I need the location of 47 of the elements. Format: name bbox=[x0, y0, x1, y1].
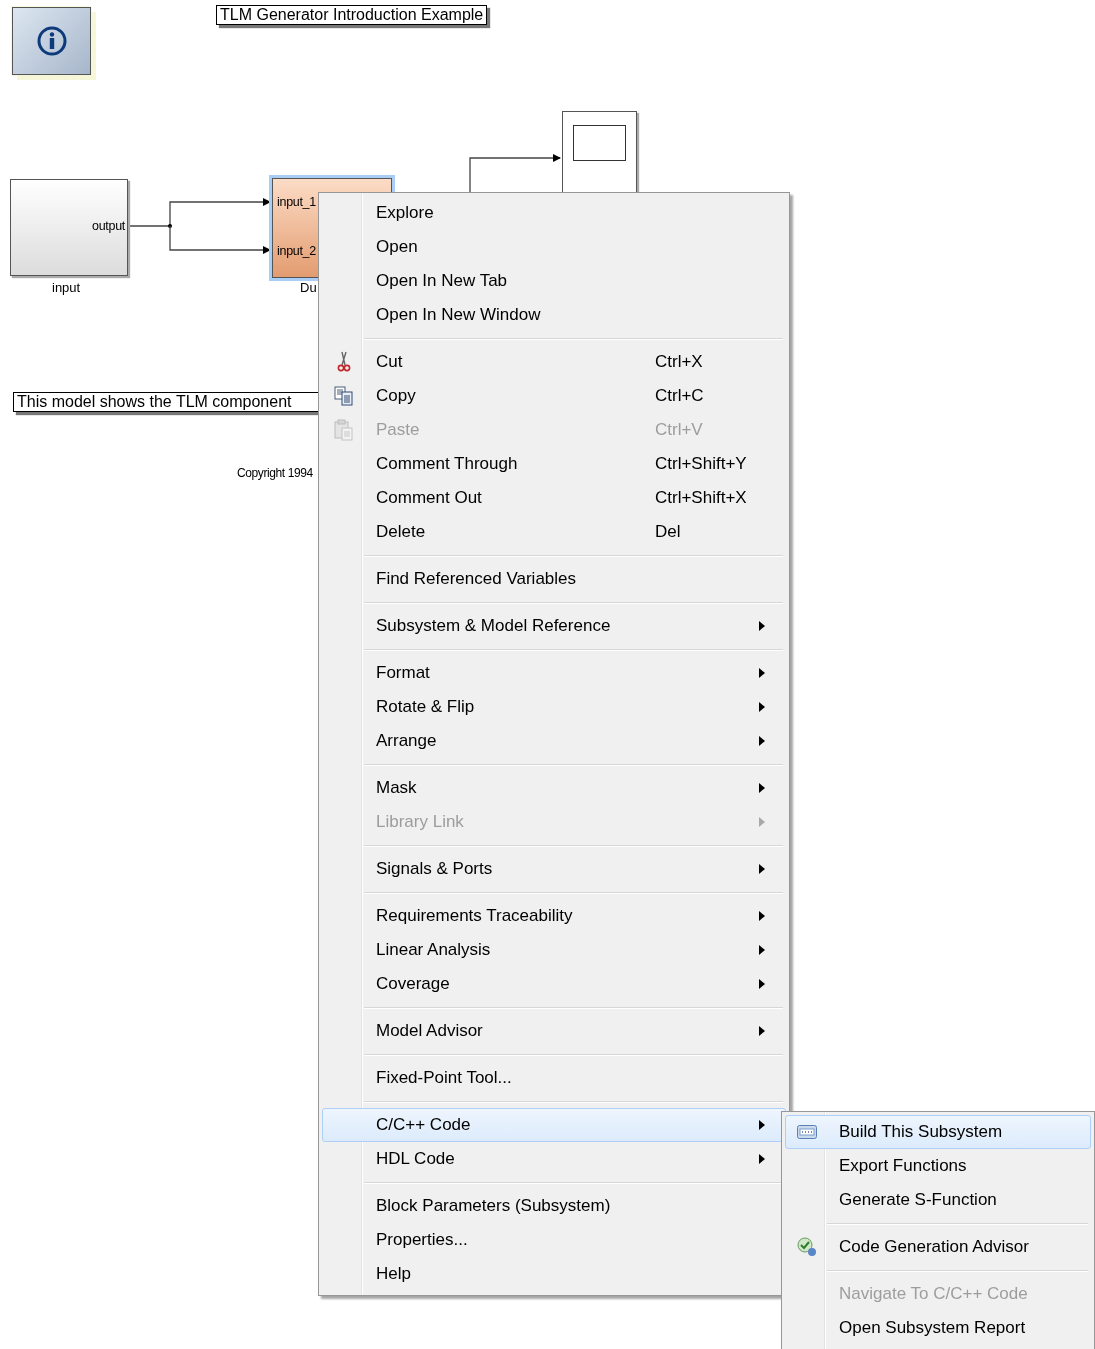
menu-item[interactable]: Coverage bbox=[322, 967, 786, 1001]
menu-item[interactable]: Delete Del bbox=[322, 515, 786, 549]
menu-item[interactable]: Mask bbox=[322, 771, 786, 805]
shortcut-label: Ctrl+V bbox=[655, 420, 704, 440]
keyboard-icon bbox=[796, 1125, 817, 1139]
block-name: Du bbox=[300, 280, 317, 295]
menu-item[interactable]: Linear Analysis bbox=[322, 933, 786, 967]
menu-item[interactable]: Code Generation Advisor bbox=[785, 1230, 1091, 1264]
menu-item[interactable]: Rotate & Flip bbox=[322, 690, 786, 724]
menu-item[interactable]: Format bbox=[322, 656, 786, 690]
menu-item[interactable]: Cut Ctrl+X bbox=[322, 345, 786, 379]
menu-item[interactable]: HDL Code bbox=[322, 1142, 786, 1176]
copyright-text: Copyright 1994 bbox=[237, 466, 313, 480]
menu-item[interactable]: Generate S-Function bbox=[785, 1183, 1091, 1217]
shortcut-label: Ctrl+Shift+X bbox=[655, 488, 748, 508]
scope-screen-icon bbox=[573, 125, 627, 162]
menu-item[interactable]: Signals & Ports bbox=[322, 852, 786, 886]
shortcut-label: Ctrl+Shift+Y bbox=[655, 454, 748, 474]
menu-item[interactable]: C/C++ Code bbox=[322, 1108, 786, 1142]
paste-icon bbox=[333, 419, 354, 441]
menu-item[interactable]: Subsystem & Model Reference bbox=[322, 609, 786, 643]
menu-item[interactable]: Open bbox=[322, 230, 786, 264]
port-label: output bbox=[92, 219, 125, 233]
copy-icon bbox=[333, 386, 354, 406]
menu-item[interactable]: Arrange bbox=[322, 724, 786, 758]
menu-item[interactable]: Comment Out Ctrl+Shift+X bbox=[322, 481, 786, 515]
menu-item[interactable]: Find Referenced Variables bbox=[322, 562, 786, 596]
shortcut-label: Del bbox=[655, 522, 682, 542]
menu-item[interactable]: Build This Subsystem bbox=[785, 1115, 1091, 1149]
block-name: input bbox=[52, 280, 81, 295]
shortcut-label: Ctrl+X bbox=[655, 352, 704, 372]
menu-item[interactable]: Fixed-Point Tool... bbox=[322, 1061, 786, 1095]
shortcut-label: Ctrl+C bbox=[655, 386, 705, 406]
menu-item[interactable]: Open In New Tab bbox=[322, 264, 786, 298]
menu-item[interactable]: Open In New Window bbox=[322, 298, 786, 332]
menu-item[interactable]: Open Subsystem Report bbox=[785, 1311, 1091, 1345]
menu-item[interactable]: Explore bbox=[322, 196, 786, 230]
source-block[interactable] bbox=[10, 179, 128, 276]
menu-item[interactable]: Comment Through Ctrl+Shift+Y bbox=[322, 447, 786, 481]
title-annotation: TLM Generator Introduction Example bbox=[216, 5, 488, 25]
check-icon bbox=[796, 1237, 817, 1257]
menu-item[interactable]: Model Advisor bbox=[322, 1014, 786, 1048]
info-icon bbox=[37, 26, 67, 56]
port-label: input_1 bbox=[277, 195, 316, 209]
menu-item[interactable]: Export Functions bbox=[785, 1149, 1091, 1183]
menu-item[interactable]: Requirements Traceability bbox=[322, 899, 786, 933]
port-label: input_2 bbox=[277, 244, 316, 258]
